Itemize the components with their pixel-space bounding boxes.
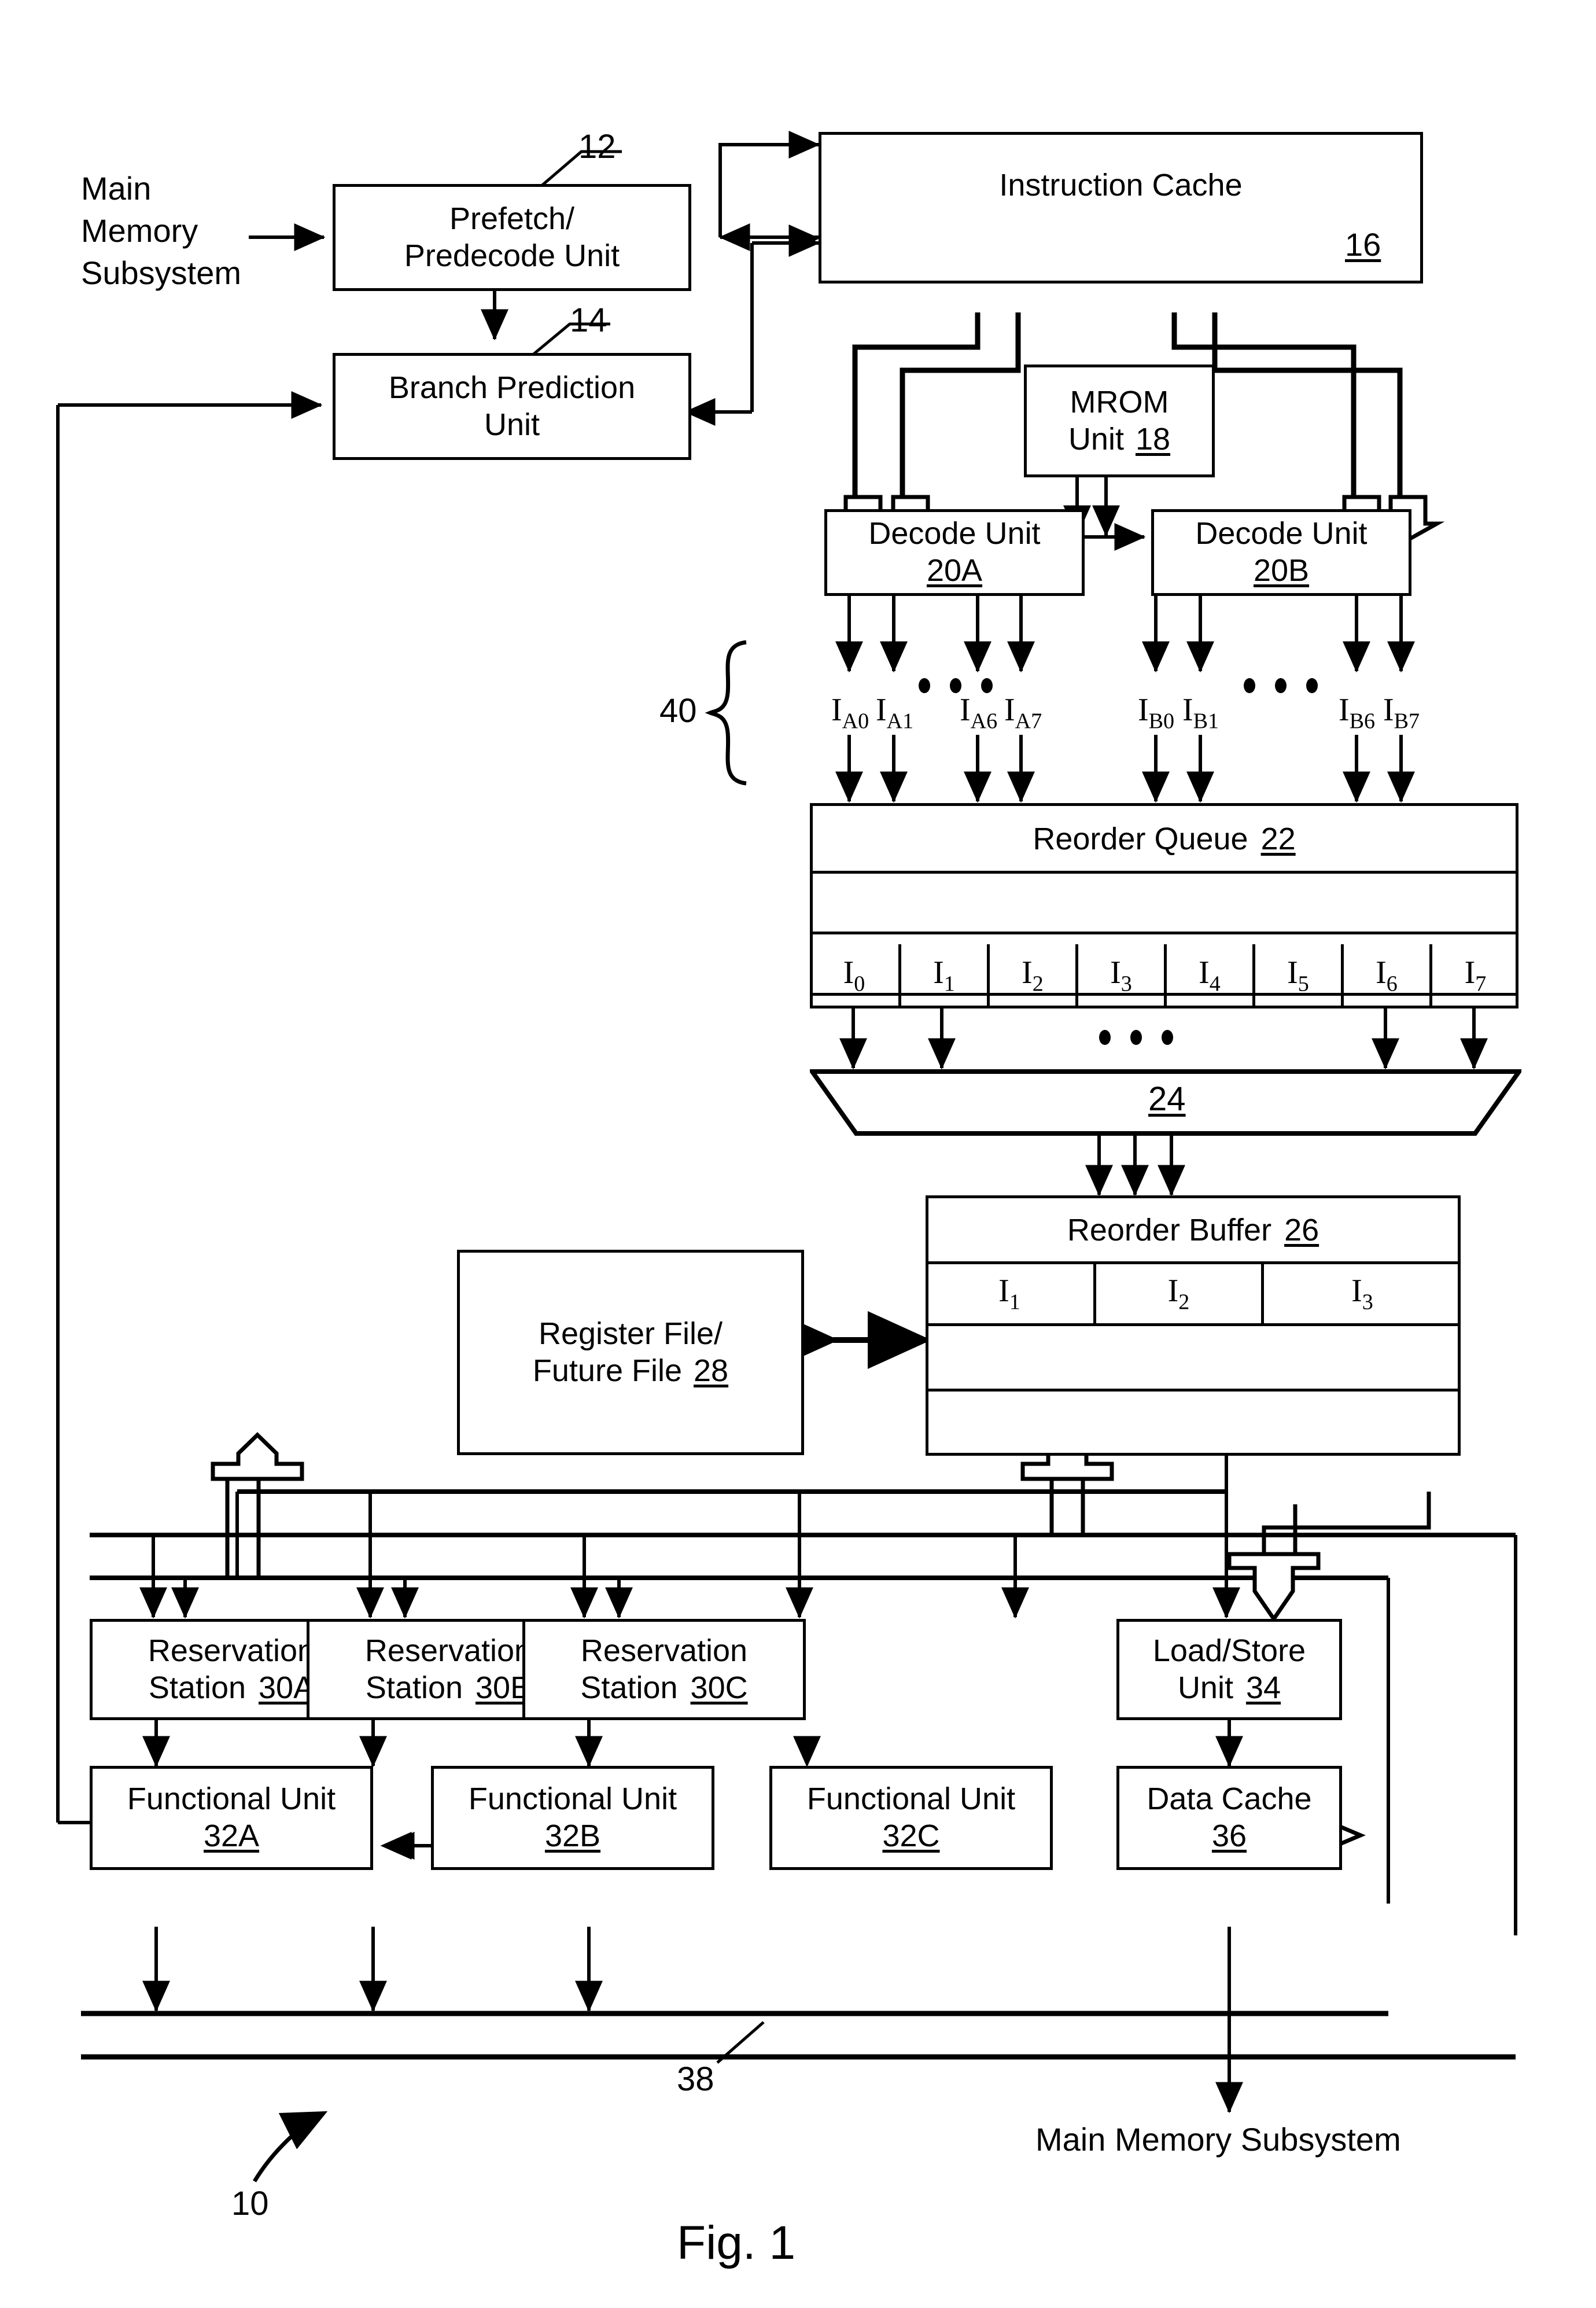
reorder-queue-divider-2 [810,932,1518,934]
reorder-queue-label: Reorder Queue [1033,822,1248,856]
ref-32B: 32B [544,1819,601,1853]
register-file-future-file[interactable]: Register File/ Future File 28 [457,1250,804,1455]
bpu-line-1: Branch Prediction [388,370,636,405]
signal-IB0: IB0 [1138,692,1175,734]
decode-b-output-ellipsis [1244,678,1318,693]
register-file-line-1: Register File/ [538,1316,723,1351]
fu-a-label: Functional Unit [127,1781,336,1817]
main-memory-input-label: Main Memory Subsystem [81,168,241,294]
lsu-line-2: Unit [1177,1670,1233,1705]
load-store-unit[interactable]: Load/Store Unit 34 [1116,1619,1342,1720]
rs-c-line-1: Reservation [580,1633,748,1668]
decode-unit-b[interactable]: Decode Unit 20B [1151,509,1411,596]
rs-b-line-1: Reservation [364,1633,532,1668]
mm-line-2: Memory [81,212,198,249]
queue-slot-5: I5 [1252,944,1341,1007]
data-cache[interactable]: Data Cache 36 [1116,1766,1342,1870]
rob-slot-row: I1 I2 I3 [926,1264,1461,1323]
lsu-line-1: Load/Store [1152,1633,1306,1668]
queue-to-mux-ellipsis [1099,1030,1173,1045]
prefetch-line-1: Prefetch/ [449,201,575,236]
queue-slot-3: I3 [1075,944,1164,1007]
ref-10: 10 [231,2185,269,2222]
instruction-cache-label: Instruction Cache [999,168,1243,203]
ref-18: 18 [1135,421,1171,457]
reorder-queue-slot-row: I0 I1 I2 I3 I4 I5 I6 I7 [810,944,1518,1007]
main-memory-output-label: Main Memory Subsystem [1035,2121,1401,2158]
signal-IA1: IA1 [876,692,914,734]
signal-IB1: IB1 [1182,692,1219,734]
decode-b-label: Decode Unit [1195,516,1368,551]
reorder-queue-divider-1 [810,871,1518,874]
queue-slot-4: I4 [1164,944,1252,1007]
ref-30C: 30C [690,1670,748,1705]
ref-14: 14 [570,301,607,339]
mm-line-1: Main [81,170,152,207]
branch-prediction-unit[interactable]: Branch Prediction Unit [333,353,691,460]
ref-24: 24 [1148,1080,1186,1118]
signal-IB7: IB7 [1383,692,1420,734]
functional-unit-c[interactable]: Functional Unit 32C [769,1766,1053,1870]
rob-divider-3 [926,1389,1461,1392]
register-file-line-2: Future File [532,1353,682,1388]
prefetch-line-2: Predecode Unit [404,238,620,273]
ref-28: 28 [694,1353,729,1388]
patent-figure-page: Main Memory Subsystem Prefetch/ Predecod… [0,0,1596,2308]
figure-caption: Fig. 1 [677,2217,796,2269]
bpu-line-2: Unit [484,407,540,442]
data-cache-label: Data Cache [1147,1781,1312,1817]
signal-IA7: IA7 [1004,692,1042,734]
rob-divider-2 [926,1323,1461,1326]
instruction-cache[interactable]: Instruction Cache [819,132,1423,284]
rob-slot-2: I2 [1093,1264,1261,1323]
mrom-line-1: MROM [1070,384,1169,419]
ref-26: 26 [1284,1213,1319,1247]
mrom-unit[interactable]: MROM Unit 18 [1024,365,1215,477]
ref-32A: 32A [203,1819,260,1853]
functional-unit-b[interactable]: Functional Unit 32B [431,1766,714,1870]
signal-IA0: IA0 [831,692,869,734]
ref-32C: 32C [882,1819,940,1853]
reservation-station-c[interactable]: Reservation Station 30C [522,1619,806,1720]
decode-a-label: Decode Unit [868,516,1041,551]
ref-34: 34 [1245,1670,1281,1705]
signal-IA6: IA6 [960,692,998,734]
reorder-buffer-label: Reorder Buffer [1067,1213,1272,1247]
queue-slot-7: I7 [1429,944,1518,1007]
queue-slot-0: I0 [843,955,865,996]
prefetch-predecode-unit[interactable]: Prefetch/ Predecode Unit [333,184,691,291]
ref-38: 38 [677,2060,714,2098]
rs-a-line-2: Station [148,1670,246,1705]
connector-layer [56,131,1517,2182]
ref-30A: 30A [259,1670,315,1705]
queue-slot-2: I2 [987,944,1075,1007]
rob-slot-3: I3 [1261,1264,1461,1323]
signal-IB6: IB6 [1339,692,1376,734]
fu-c-label: Functional Unit [806,1781,1016,1817]
ref-20B: 20B [1253,553,1310,588]
mrom-line-2: Unit [1068,421,1124,457]
functional-unit-a[interactable]: Functional Unit 32A [90,1766,373,1870]
rs-b-line-2: Station [365,1670,463,1705]
ref-36: 36 [1211,1819,1247,1853]
ref-12: 12 [578,128,616,165]
ref-16: 16 [1345,226,1381,263]
ref-20A: 20A [926,553,983,588]
ref-22: 22 [1260,822,1296,856]
ref-40: 40 [659,692,697,730]
rs-a-line-1: Reservation [148,1633,315,1668]
rs-c-line-2: Station [580,1670,678,1705]
mm-line-3: Subsystem [81,254,241,291]
rob-slot-1: I1 [998,1272,1020,1315]
decode-unit-a[interactable]: Decode Unit 20A [824,509,1085,596]
queue-slot-1: I1 [898,944,987,1007]
fu-b-label: Functional Unit [468,1781,677,1817]
queue-slot-6: I6 [1341,944,1429,1007]
